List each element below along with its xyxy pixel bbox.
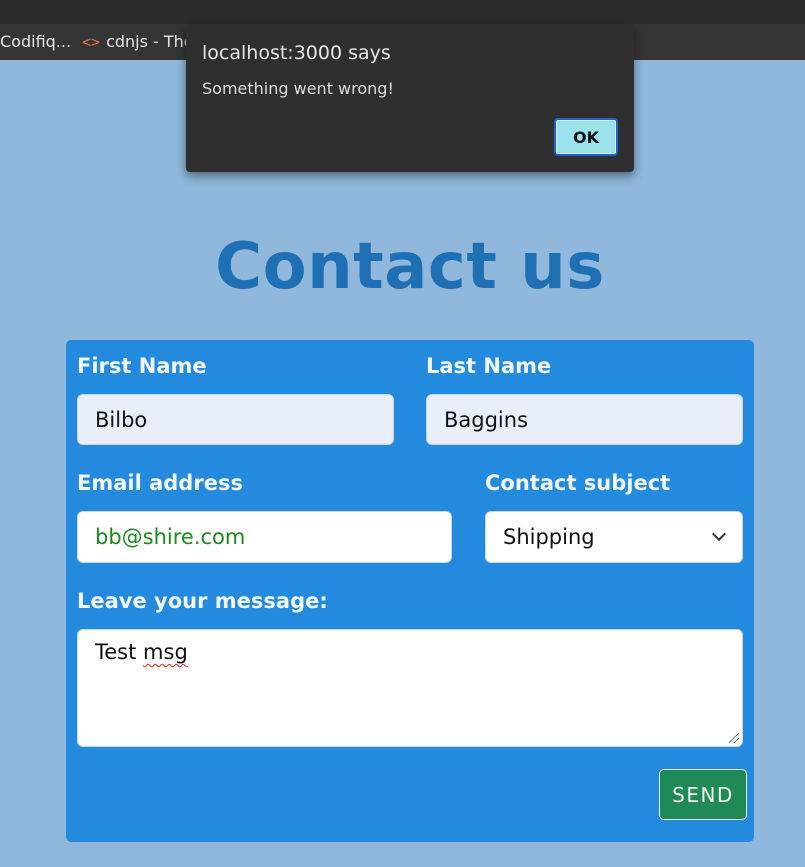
first-name-value: Bilbo [95, 407, 148, 432]
subject-select[interactable]: Shipping [485, 511, 743, 563]
first-name-input[interactable]: Bilbo [77, 394, 394, 445]
last-name-label: Last Name [426, 354, 552, 378]
first-name-label: First Name [77, 354, 207, 378]
bookmark-label: Codifiq... [0, 32, 72, 51]
email-value: bb@shire.com [95, 525, 246, 549]
ok-button[interactable]: OK [554, 118, 618, 156]
last-name-value: Baggins [444, 407, 529, 432]
alert-dialog: localhost:3000 says Something went wrong… [186, 24, 634, 172]
chevron-down-icon [711, 526, 727, 542]
code-brackets-icon: <> [82, 33, 101, 51]
message-label: Leave your message: [77, 589, 328, 613]
email-input[interactable]: bb@shire.com [77, 511, 452, 563]
dialog-title: localhost:3000 says [202, 42, 391, 64]
subject-value: Shipping [503, 525, 595, 549]
email-label: Email address [77, 471, 243, 495]
contact-form: First Name Bilbo Last Name Baggins Email… [66, 340, 754, 842]
subject-label: Contact subject [485, 471, 671, 495]
resize-grip-icon[interactable] [729, 733, 739, 743]
message-textarea[interactable]: Test msg [77, 629, 743, 747]
bookmark-label: cdnjs - The [106, 32, 194, 51]
misspelled-word: msg [143, 640, 188, 664]
message-text: Test msg [95, 640, 188, 664]
page-title: Contact us [215, 230, 605, 304]
browser-top-bar [0, 0, 805, 24]
last-name-input[interactable]: Baggins [426, 394, 743, 445]
bookmark-item[interactable]: <> cdnjs - The [82, 24, 194, 60]
bookmark-item[interactable]: Codifiq... [0, 24, 71, 60]
send-button[interactable]: SEND [659, 769, 747, 820]
dialog-message: Something went wrong! [202, 79, 394, 98]
